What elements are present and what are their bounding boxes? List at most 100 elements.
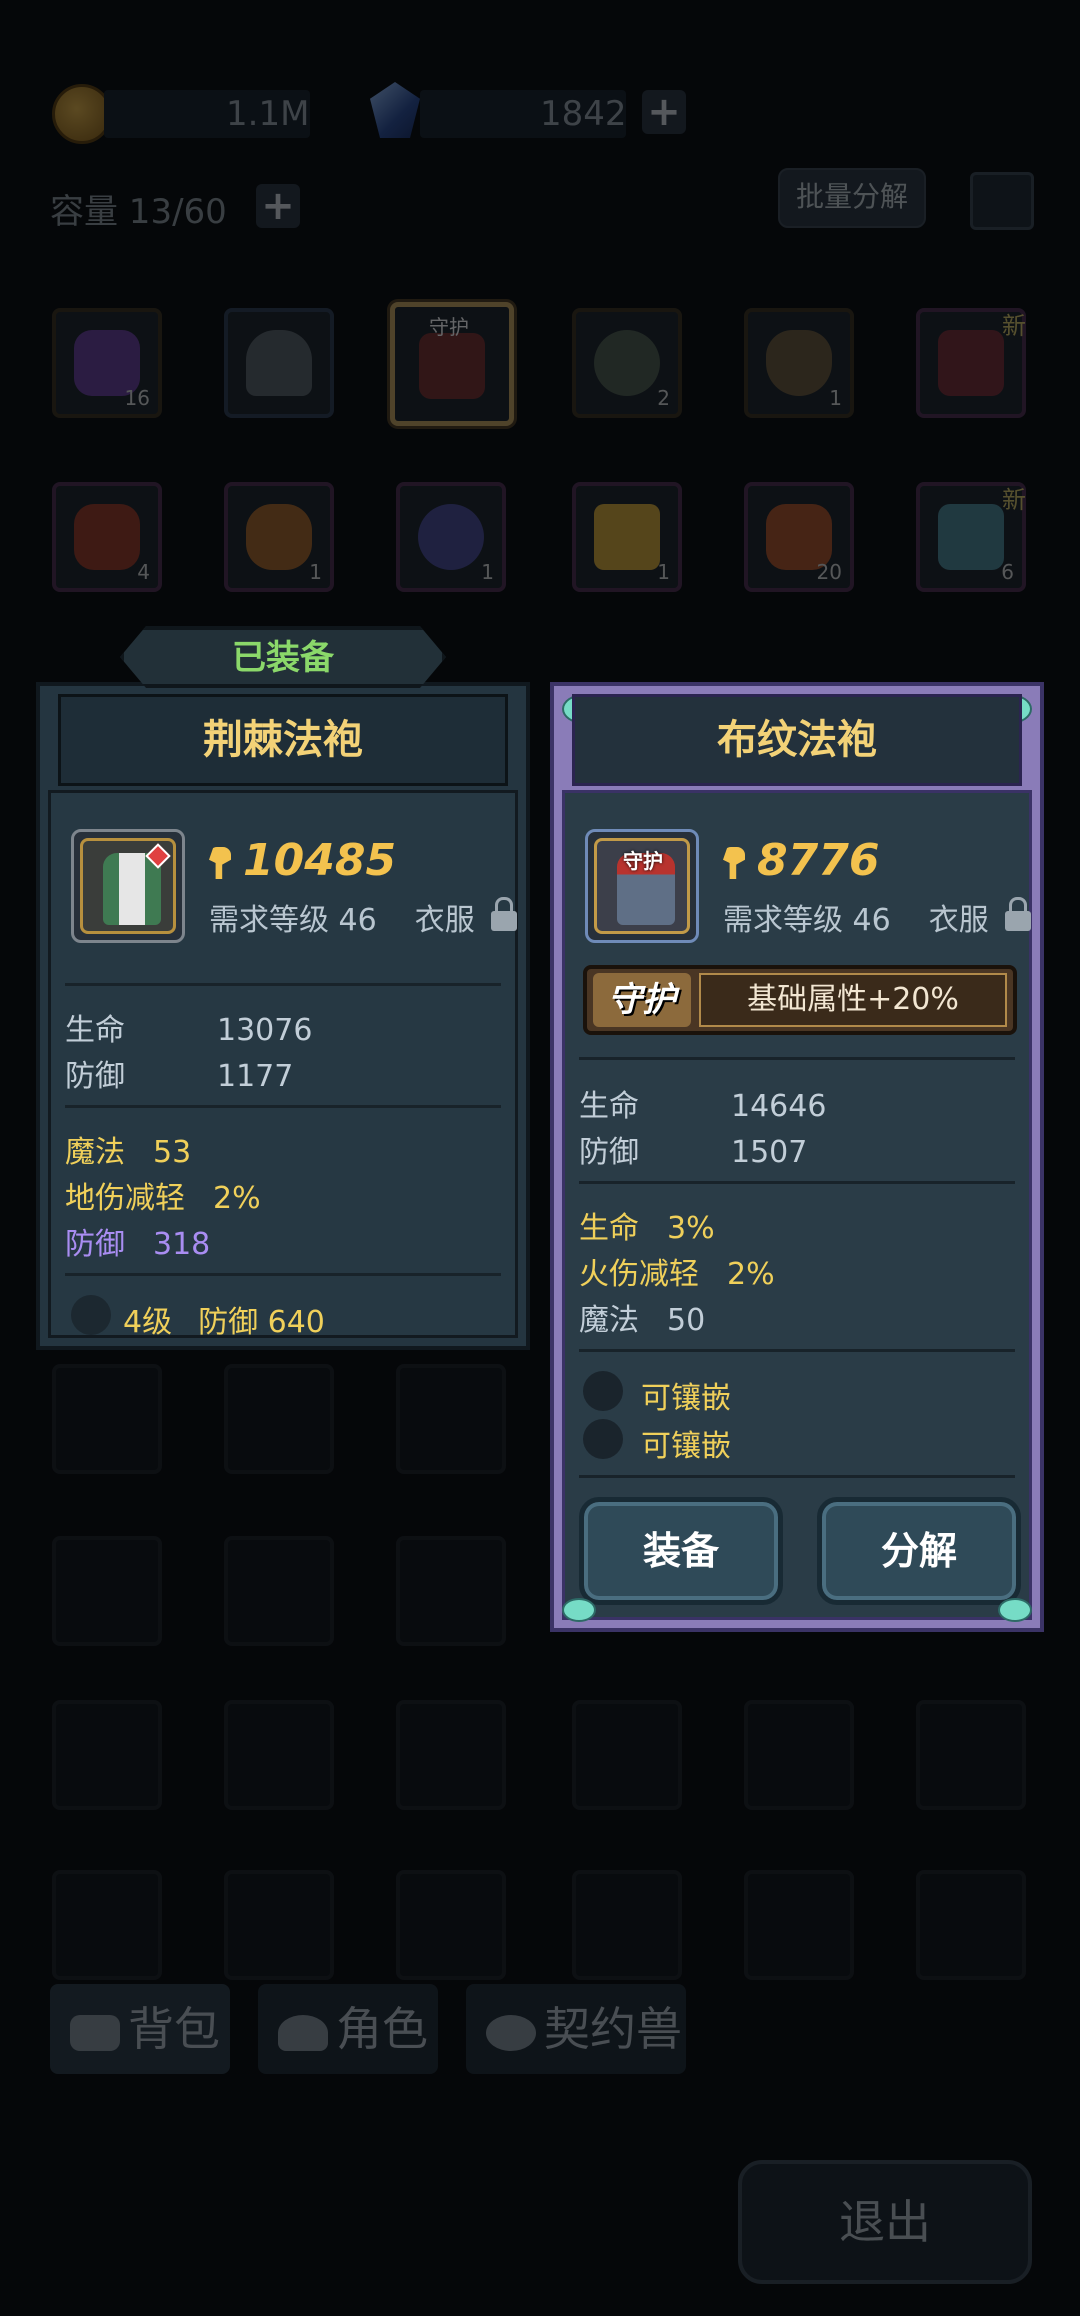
equip-button[interactable]: 装备 <box>579 1497 783 1605</box>
empty-slot[interactable] <box>744 1700 854 1810</box>
empty-slot[interactable] <box>224 1870 334 1980</box>
empty-slot[interactable] <box>396 1536 506 1646</box>
inventory-slot[interactable]: 1 <box>572 482 682 592</box>
stat-name: 魔法 <box>65 1135 125 1170</box>
decompose-button[interactable]: 分解 <box>817 1497 1021 1605</box>
inventory-slot[interactable]: 16 <box>52 308 162 418</box>
expand-capacity-button[interactable]: + <box>256 184 300 228</box>
divider <box>65 983 501 986</box>
inventory-slot[interactable]: 新 6 <box>916 482 1026 592</box>
tab-pet[interactable]: 契约兽 <box>466 1984 686 2074</box>
stat-value: 14646 <box>731 1089 827 1124</box>
candidate-item-name: 布纹法袍 <box>572 694 1022 786</box>
empty-slot[interactable] <box>744 1870 854 1980</box>
empty-slot[interactable] <box>916 1700 1026 1810</box>
equipped-item-body: 10485 需求等级 46 衣服 生命 13076 防御 1177 魔法 53 地伤减轻… <box>48 790 518 1341</box>
enhance-row: 4级 防御 640 <box>123 1297 325 1341</box>
stat-value: 1507 <box>731 1135 808 1170</box>
potion-icon <box>74 504 140 570</box>
empty-slot[interactable] <box>396 1700 506 1810</box>
inventory-slot[interactable]: 4 <box>52 482 162 592</box>
base-stat-row: 生命 13076 <box>65 1005 312 1049</box>
extra-stat-row: 火伤减轻 2% <box>579 1249 775 1293</box>
inventory-slot[interactable]: 20 <box>744 482 854 592</box>
crystal-icon <box>370 82 420 138</box>
stat-name: 防御 <box>65 1059 125 1094</box>
equipped-item-panel: 荆棘法袍 10485 需求等级 46 衣服 生命 13076 防御 1177 魔法 53… <box>36 682 530 1350</box>
slot-count: 1 <box>309 560 322 584</box>
inventory-slot[interactable]: 新 <box>916 308 1026 418</box>
lock-icon[interactable] <box>491 897 517 931</box>
empty-slot[interactable] <box>396 1364 506 1474</box>
empty-slot[interactable] <box>52 1700 162 1810</box>
character-icon <box>278 2014 328 2051</box>
divider <box>579 1181 1015 1184</box>
divider <box>579 1349 1015 1352</box>
tab-character[interactable]: 角色 <box>258 1984 438 2074</box>
extra-stat-row: 地伤减轻 2% <box>65 1173 261 1217</box>
equipped-tab-label: 已装备 <box>120 626 446 688</box>
extra-stat-row: 防御 318 <box>65 1219 210 1263</box>
empty-slot[interactable] <box>224 1364 334 1474</box>
socket-label: 可镶嵌 <box>641 1381 731 1416</box>
tab-label: 背包 <box>128 2002 220 2056</box>
equipped-power: 10485 <box>209 835 396 886</box>
empty-slot[interactable] <box>396 1870 506 1980</box>
slot-count: 2 <box>657 386 670 410</box>
stat-value: 2% <box>727 1257 775 1292</box>
base-stat-row: 生命 14646 <box>579 1081 826 1125</box>
hood-icon <box>246 330 312 396</box>
stat-value: 13076 <box>217 1013 313 1048</box>
crystal-amount: 1842 <box>540 94 627 134</box>
stat-value: 1177 <box>217 1059 294 1094</box>
add-crystal-button[interactable]: + <box>642 90 686 134</box>
equipped-requirements: 需求等级 46 衣服 <box>209 895 475 939</box>
robe-icon <box>419 333 485 399</box>
empty-slot[interactable] <box>224 1536 334 1646</box>
grid-view-icon[interactable] <box>970 172 1034 230</box>
stat-value: 3% <box>667 1211 715 1246</box>
power-fist-icon <box>209 847 231 879</box>
enhance-level: 4级 <box>123 1305 173 1340</box>
capacity-label: 容量 13/60 <box>50 192 227 232</box>
socket-label: 可镶嵌 <box>641 1429 731 1464</box>
enhance-stone-icon <box>71 1295 111 1335</box>
inventory-slot[interactable]: 1 <box>744 308 854 418</box>
candidate-power: 8776 <box>723 835 879 886</box>
stat-name: 魔法 <box>579 1303 639 1338</box>
stat-value: 2% <box>213 1181 261 1216</box>
empty-slot[interactable] <box>916 1870 1026 1980</box>
candidate-item-panel: 布纹法袍 守护 8776 需求等级 46 衣服 守护 基础属性+20% 生命 146… <box>550 682 1044 1632</box>
scroll-icon <box>938 504 1004 570</box>
inventory-slot[interactable]: 1 <box>224 482 334 592</box>
empty-slot[interactable] <box>572 1870 682 1980</box>
stat-name: 火伤减轻 <box>579 1257 699 1292</box>
tab-backpack[interactable]: 背包 <box>50 1984 230 2074</box>
empty-slot[interactable] <box>52 1536 162 1646</box>
empty-slot[interactable] <box>224 1700 334 1810</box>
inventory-slot[interactable] <box>224 308 334 418</box>
seed-icon <box>766 330 832 396</box>
inventory-slot-selected[interactable]: 守护 <box>390 302 514 426</box>
robe-icon <box>938 330 1004 396</box>
guard-affix-bar: 守护 基础属性+20% <box>583 965 1017 1035</box>
tab-label: 契约兽 <box>544 2002 682 2056</box>
slot-count: 6 <box>1001 560 1014 584</box>
stat-name: 地伤减轻 <box>65 1181 185 1216</box>
affix-description: 基础属性+20% <box>699 973 1007 1027</box>
required-level: 需求等级 46 <box>209 903 377 938</box>
batch-decompose-button[interactable]: 批量分解 <box>778 168 926 228</box>
exit-button[interactable]: 退出 <box>738 2160 1032 2284</box>
power-fist-icon <box>723 847 745 879</box>
empty-slot[interactable] <box>52 1870 162 1980</box>
lock-icon[interactable] <box>1005 897 1031 931</box>
stat-name: 生命 <box>579 1089 639 1124</box>
empty-slot[interactable] <box>52 1364 162 1474</box>
stat-value: 50 <box>667 1303 706 1338</box>
inventory-slot[interactable]: 2 <box>572 308 682 418</box>
gold-amount: 1.1M <box>226 94 310 134</box>
empty-slot[interactable] <box>572 1700 682 1810</box>
inventory-slot[interactable]: 1 <box>396 482 506 592</box>
flask-icon <box>418 504 484 570</box>
item-type: 衣服 <box>414 903 475 938</box>
